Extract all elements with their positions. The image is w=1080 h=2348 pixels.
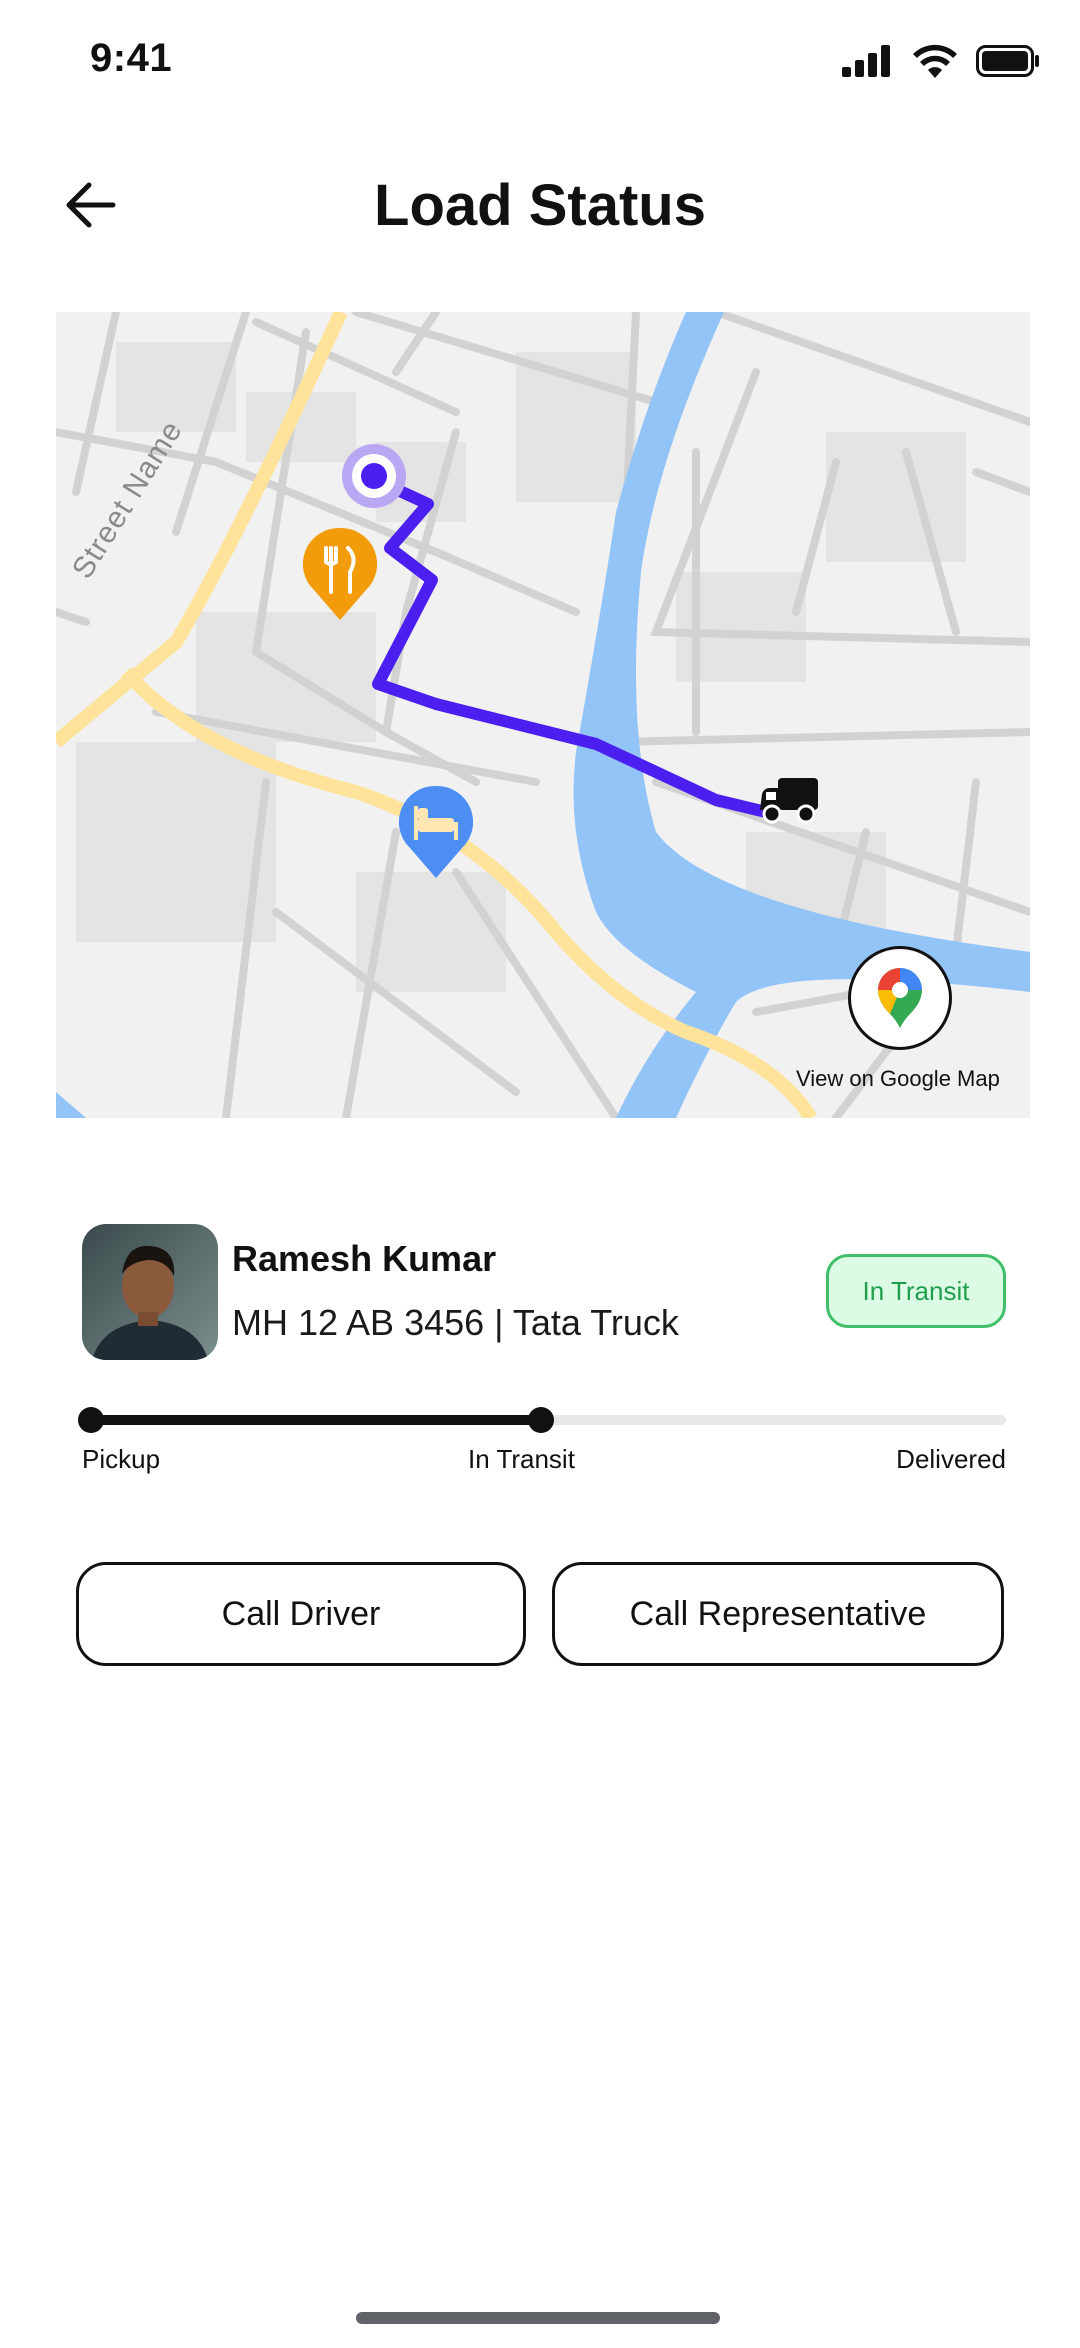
google-maps-icon [878,968,922,1028]
header: Load Status [0,150,1080,260]
step-label-in-transit: In Transit [468,1444,575,1474]
progress-dot-current [528,1407,554,1433]
origin-marker[interactable] [342,444,406,508]
status-icons [842,44,1040,78]
page-title: Load Status [374,173,706,238]
status-badge: In Transit [826,1254,1006,1328]
progress-dot-pickup [78,1407,104,1433]
vehicle-info: MH 12 AB 3456 | Tata Truck [232,1302,679,1343]
progress-tracker: Pickup In Transit Delivered [78,1400,1006,1480]
driver-avatar [82,1224,218,1360]
google-maps-button[interactable] [848,946,952,1050]
battery-icon [976,45,1039,77]
call-representative-button[interactable]: Call Representative [552,1562,1004,1666]
google-maps-label[interactable]: View on Google Map [796,1066,1000,1092]
route-map[interactable]: Street Name View on Google Map [56,312,1030,1118]
signal-icon [842,45,890,77]
step-label-delivered: Delivered [896,1444,1006,1474]
call-driver-button[interactable]: Call Driver [76,1562,526,1666]
step-label-pickup: Pickup [82,1444,161,1474]
status-bar: 9:41 [0,0,1080,120]
home-indicator[interactable] [356,2312,720,2324]
wifi-icon [913,44,957,78]
driver-name: Ramesh Kumar [232,1238,497,1279]
status-time: 9:41 [90,36,173,80]
progress-fill [90,1415,542,1425]
driver-card: Ramesh Kumar MH 12 AB 3456 | Tata Truck … [82,1224,1006,1364]
